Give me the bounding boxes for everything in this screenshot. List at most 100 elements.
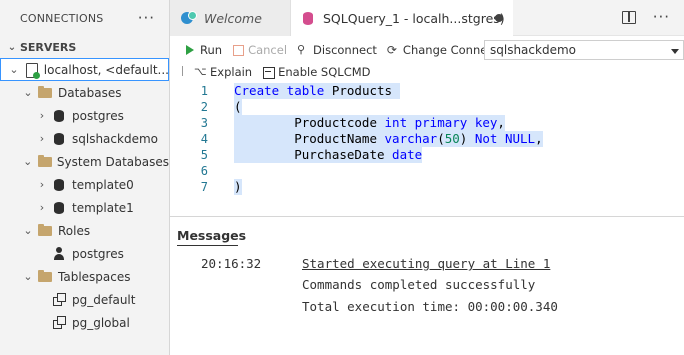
split-editor-icon[interactable] <box>622 11 636 24</box>
more-actions-icon[interactable]: ··· <box>653 8 670 26</box>
database-icon <box>50 177 68 193</box>
message-timestamp: 20:16:32 <box>201 256 262 271</box>
tab-sqlquery-label: SQLQuery_1 - localh...stgres) <box>323 11 505 26</box>
explain-label: Explain <box>210 64 253 79</box>
sql-number: 50 <box>444 131 460 146</box>
tree-item-label: localhost, <default... <box>43 62 169 77</box>
chevron-down-icon[interactable]: ⌄ <box>20 86 36 99</box>
tree-item[interactable]: ⌄ Roles <box>0 219 169 242</box>
line-number: 5 <box>200 148 208 162</box>
tree-item[interactable]: ⌄ Databases <box>0 81 169 104</box>
tree-item-label: pg_default <box>72 292 136 307</box>
line-number: 7 <box>200 180 208 194</box>
tree-item[interactable]: postgres <box>0 242 169 265</box>
tree-item[interactable]: › sqlshackdemo <box>0 127 169 150</box>
chevron-down-icon[interactable]: ⌄ <box>20 155 36 168</box>
query-toolbar: Run Cancel ⚲ Disconnect ⟳ Change Connect… <box>170 37 684 83</box>
tree-item[interactable]: › template0 <box>0 173 169 196</box>
sql-keyword: Not NULL <box>474 131 536 146</box>
sidebar-header: CONNECTIONS ··· <box>0 0 169 36</box>
tree-item-label: System Databases <box>56 154 169 169</box>
chevron-down-icon[interactable]: ⌄ <box>6 63 22 76</box>
message-line: Total execution time: 00:00:00.340 <box>302 299 558 314</box>
play-icon <box>184 44 196 56</box>
servers-section-header[interactable]: ⌄ SERVERS <box>0 36 169 58</box>
code-line: 6 <box>170 163 684 179</box>
tree-item[interactable]: pg_global <box>0 311 169 334</box>
tree-item[interactable]: ⌄ System Databases <box>0 150 169 173</box>
messages-panel: Messages 20:16:32 Started executing quer… <box>170 216 684 355</box>
database-icon <box>301 11 315 27</box>
sql-text: ) <box>459 131 475 146</box>
enable-sqlcmd-button[interactable]: Enable SQLCMD <box>262 65 371 79</box>
tablespace-icon <box>50 292 68 308</box>
sql-text: , <box>535 131 543 146</box>
sql-text: ( <box>234 99 242 114</box>
tree-item-label: template1 <box>72 200 134 215</box>
line-number: 2 <box>200 100 208 114</box>
more-icon[interactable]: ··· <box>138 9 155 27</box>
code-text: ) <box>234 179 242 195</box>
disconnect-label: Disconnect <box>313 42 377 57</box>
chevron-down-icon[interactable]: ⌄ <box>20 224 36 237</box>
servers-header-label: SERVERS <box>20 40 77 54</box>
folder-icon <box>36 85 54 101</box>
server-tree: ⌄ localhost, <default... ⌄ Databases › postgr… <box>0 58 169 334</box>
explain-icon: ⌥ <box>194 64 207 78</box>
tree-item[interactable]: › template1 <box>0 196 169 219</box>
code-text: Create table Products <box>234 83 400 99</box>
tree-item[interactable]: ⌄ Tablespaces <box>0 265 169 288</box>
sql-keyword: varchar <box>384 131 438 146</box>
code-line: 3 Productcode int primary key, <box>170 115 684 131</box>
toolbar-separator <box>182 66 183 76</box>
sql-text: ProductName <box>234 131 385 146</box>
database-icon <box>50 200 68 216</box>
plug-icon: ⚲ <box>297 42 306 56</box>
messages-title[interactable]: Messages <box>177 228 246 243</box>
code-line: 2( <box>170 99 684 115</box>
chevron-down-icon[interactable]: ⌄ <box>20 270 36 283</box>
code-line: 1 Create table Products <box>170 83 684 99</box>
code-line: 5 PurchaseDate date <box>170 147 684 163</box>
explain-button[interactable]: ⌥ Explain <box>194 65 252 79</box>
line-number: 1 <box>200 84 208 98</box>
folder-icon <box>36 223 54 239</box>
tab-welcome[interactable]: Welcome <box>170 0 291 36</box>
stop-icon <box>232 44 245 56</box>
tree-item-label: pg_global <box>72 315 130 330</box>
sql-text: ) <box>234 179 242 194</box>
tree-item-label: postgres <box>72 108 124 123</box>
code-line: 7) <box>170 179 684 195</box>
tree-item[interactable]: › postgres <box>0 104 169 127</box>
cancel-button[interactable]: Cancel <box>232 43 287 57</box>
sql-keyword: int primary key <box>384 115 498 130</box>
tree-item[interactable]: pg_default <box>0 288 169 311</box>
run-label: Run <box>200 42 223 57</box>
run-button[interactable]: Run <box>184 43 222 57</box>
message-line-link[interactable]: Started executing query at Line 1 <box>302 256 550 272</box>
sql-editor[interactable]: 1 Create table Products 2(3 Productcode i… <box>170 83 684 216</box>
tree-item[interactable]: ⌄ localhost, <default... <box>0 58 169 81</box>
chevron-right-icon[interactable]: › <box>34 109 50 122</box>
folder-icon <box>36 154 53 170</box>
message-line: Commands completed successfully <box>302 277 536 292</box>
tree-item-label: Databases <box>58 85 122 100</box>
chevron-down-icon <box>671 49 679 54</box>
database-icon <box>50 108 68 124</box>
code-text: PurchaseDate date <box>234 147 423 163</box>
cancel-label: Cancel <box>248 42 288 57</box>
line-number: 3 <box>200 116 208 130</box>
unsaved-dot-icon[interactable] <box>495 14 503 22</box>
database-select[interactable]: sqlshackdemo <box>484 40 684 60</box>
toolbar-row-1: Run Cancel ⚲ Disconnect ⟳ Change Connect… <box>184 38 526 61</box>
tree-item-label: template0 <box>72 177 134 192</box>
code-text: ProductName varchar(50) Not NULL, <box>234 131 543 147</box>
chevron-right-icon[interactable]: › <box>34 178 50 191</box>
tab-sqlquery[interactable]: SQLQuery_1 - localh...stgres) <box>291 0 513 37</box>
chevron-right-icon[interactable]: › <box>34 132 50 145</box>
tab-bar: Welcome SQLQuery_1 - localh...stgres) ··… <box>170 0 684 37</box>
tree-item-label: sqlshackdemo <box>72 131 158 146</box>
chevron-right-icon[interactable]: › <box>34 201 50 214</box>
disconnect-button[interactable]: ⚲ Disconnect <box>297 43 377 57</box>
sql-keyword: date <box>392 147 423 162</box>
